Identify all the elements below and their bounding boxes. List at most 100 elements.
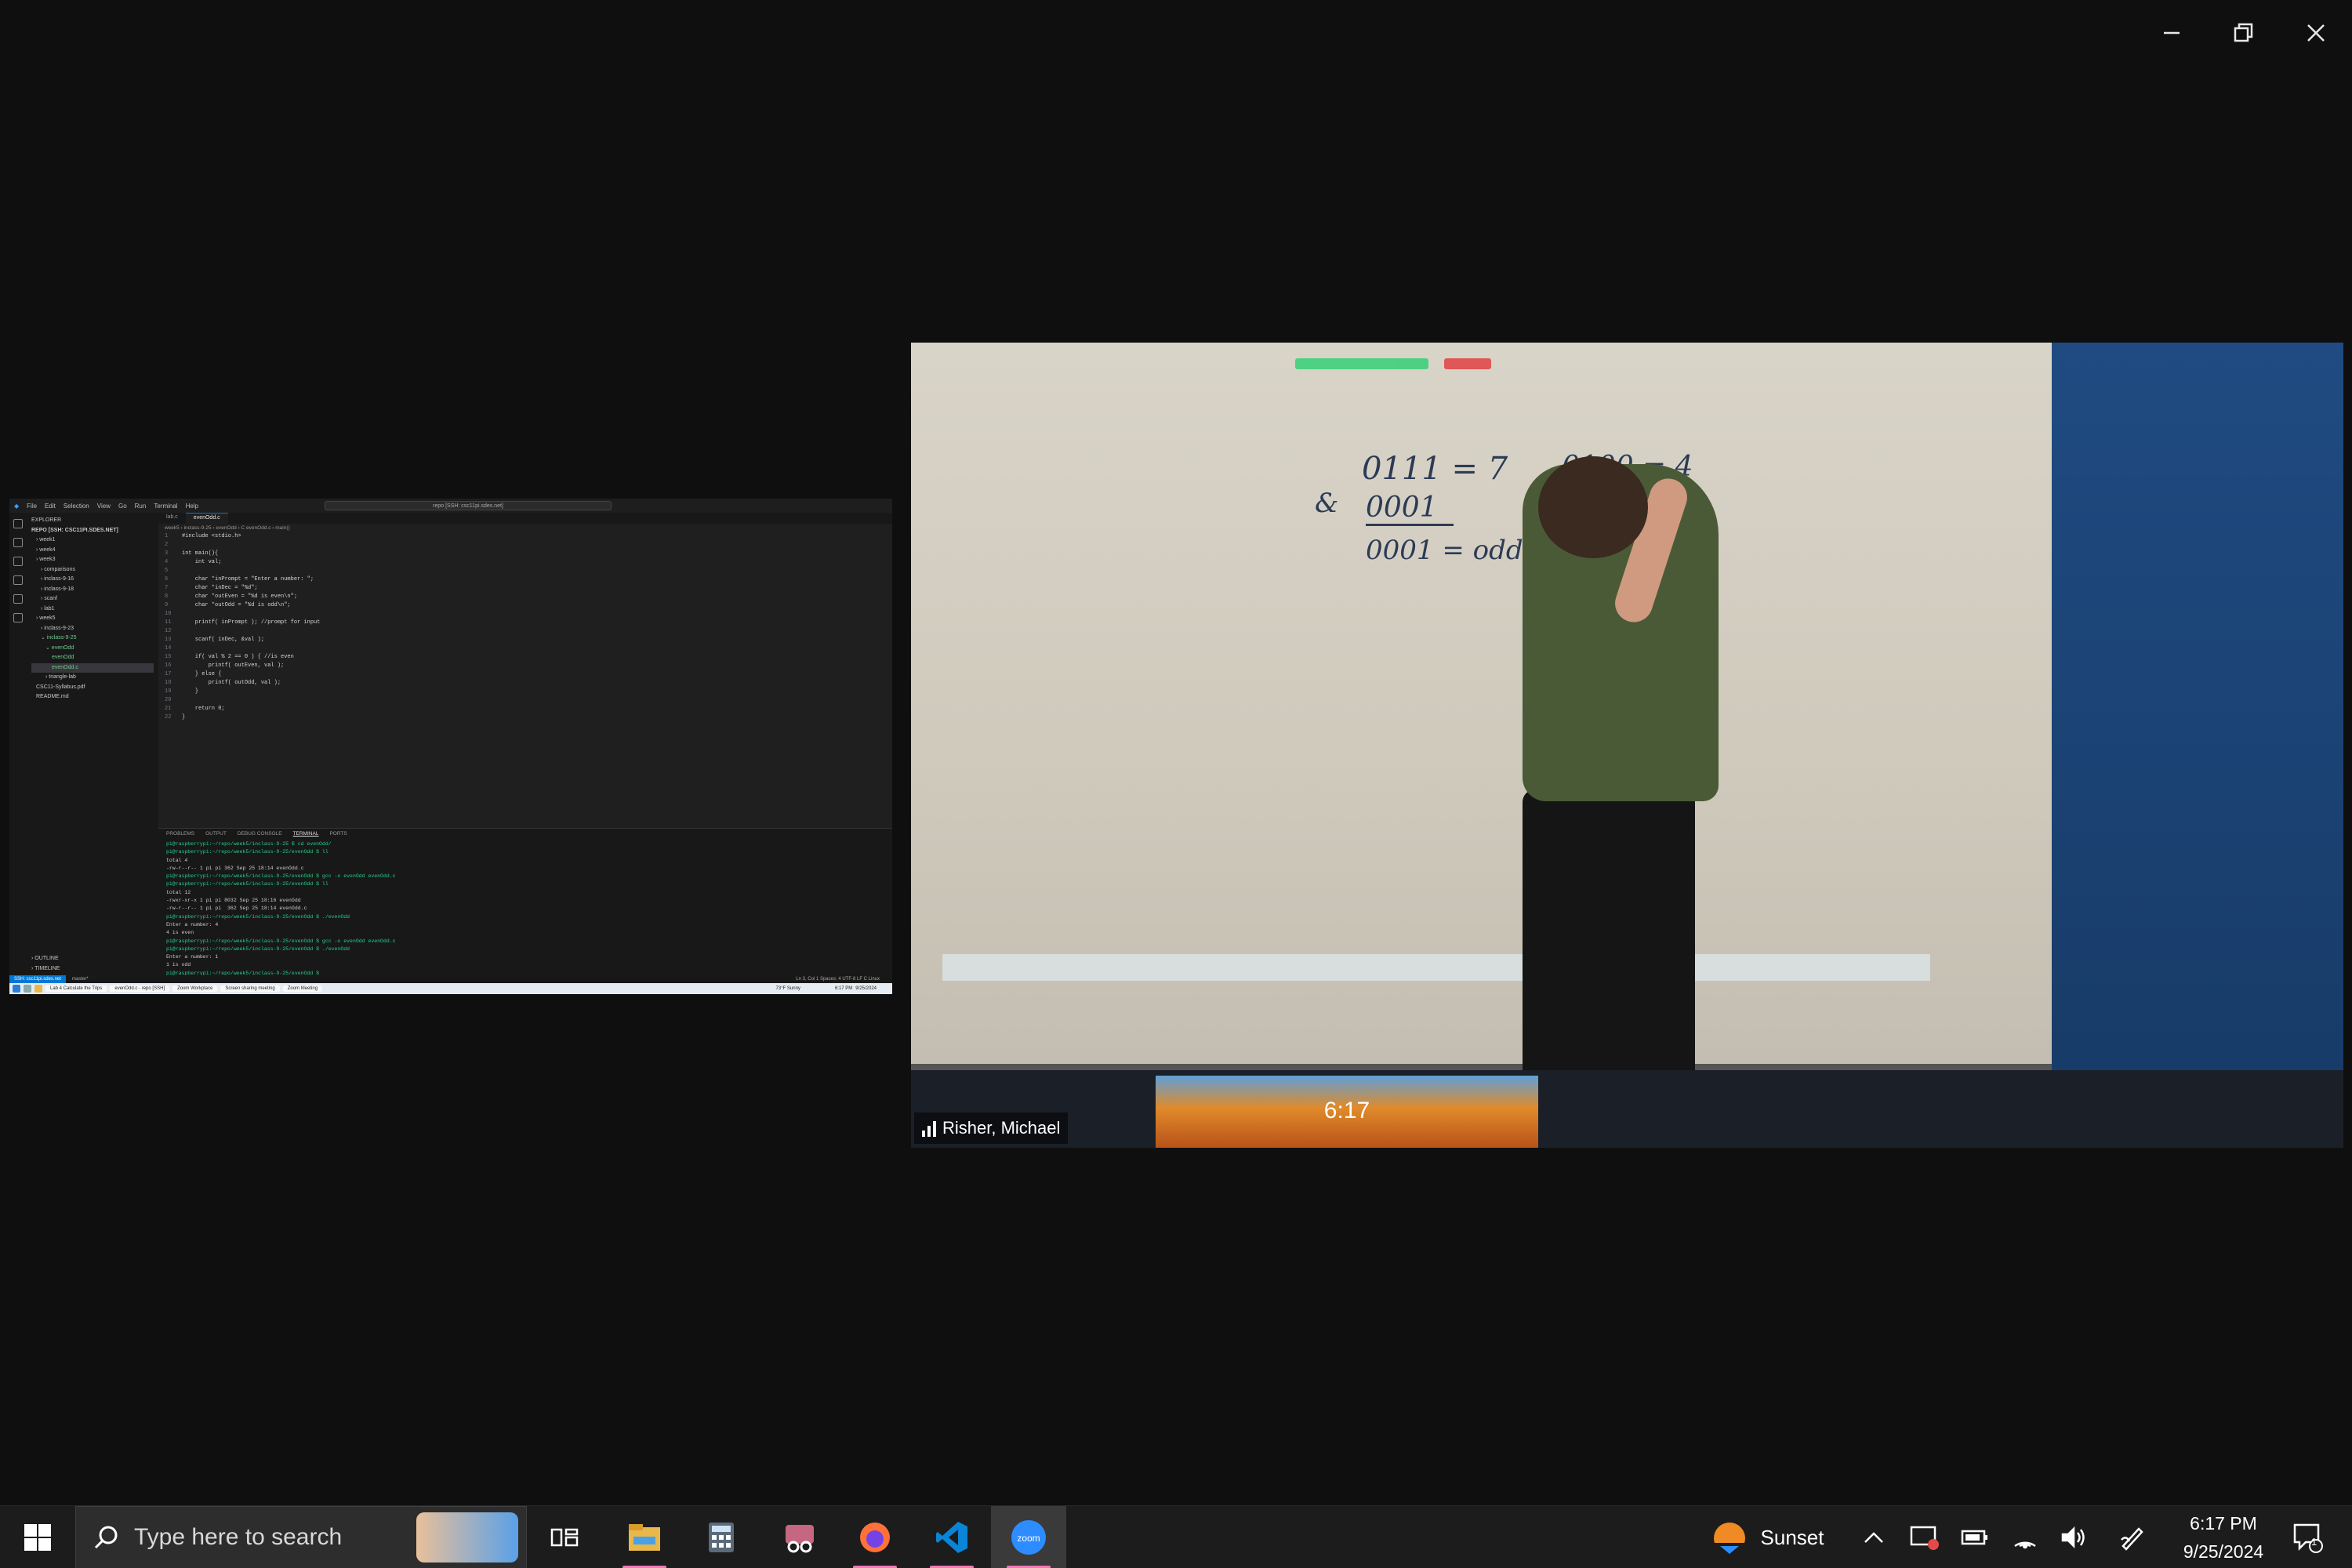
terminal-panel[interactable]: PROBLEMS OUTPUT DEBUG CONSOLE TERMINAL P… (158, 828, 892, 976)
zoom-button[interactable]: zoom (991, 1506, 1066, 1568)
explorer-item[interactable]: › lab1 (31, 604, 154, 615)
line-number: 13 (165, 637, 172, 643)
menu-help[interactable]: Help (186, 503, 198, 510)
run-debug-icon[interactable] (13, 575, 23, 585)
vscode-icon (936, 1522, 967, 1553)
show-hidden-icons-button[interactable] (1855, 1506, 1893, 1568)
tab-debug-console[interactable]: DEBUG CONSOLE (238, 831, 282, 837)
weather-widget[interactable]: Sunset (1700, 1506, 1833, 1568)
windows-logo-icon (24, 1524, 51, 1551)
code-text: char *inDec = "%d"; (182, 585, 258, 591)
explorer-item[interactable]: › week5 (31, 614, 154, 624)
tab-terminal[interactable]: TERMINAL (293, 831, 319, 837)
battery-button[interactable] (1955, 1506, 1994, 1568)
code-text: if( val % 2 == 0 ) { //is even (182, 654, 294, 660)
code-line: 4 int val; (165, 558, 892, 567)
menu-file[interactable]: File (27, 503, 37, 510)
extensions-icon[interactable] (13, 594, 23, 604)
taskbar-date: 9/25/2024 (2183, 1541, 2264, 1562)
source-control-icon[interactable] (13, 557, 23, 566)
tab-lab[interactable]: lab.c (158, 513, 186, 524)
pen-menu-button[interactable] (2112, 1506, 2151, 1568)
notifications-button[interactable]: 1 (2280, 1506, 2335, 1568)
code-text: scanf( inDec, &val ); (182, 637, 265, 643)
explorer-item-active[interactable]: evenOdd.c (31, 662, 154, 673)
code-line: 11 printf( inPrompt ); //prompt for inpu… (165, 619, 892, 627)
branch-indicator[interactable]: master* (66, 977, 89, 982)
connection-signal-icon (922, 1120, 936, 1137)
tab-ports[interactable]: PORTS (329, 831, 347, 837)
participant-video-tile[interactable]: 0111 = 7 & 0001 0001 = odd 0100 = 4 6:17… (911, 343, 2343, 1148)
menu-go[interactable]: Go (118, 503, 127, 510)
network-button[interactable] (2005, 1506, 2045, 1568)
explorer-item[interactable]: › inclass-9-23 (31, 624, 154, 634)
menu-terminal[interactable]: Terminal (154, 503, 177, 510)
line-number: 18 (165, 680, 172, 686)
taskbar-search-input[interactable]: Type here to search (75, 1506, 527, 1568)
explorer-item[interactable]: CSC11-Syllabus.pdf (31, 683, 154, 693)
windows-taskbar: Type here to search zoom Sunset 6:17 PM … (0, 1505, 2352, 1568)
code-line: 14 (165, 644, 892, 653)
code-text: char *inPrompt = "Enter a number: "; (182, 576, 314, 583)
line-number: 15 (165, 654, 172, 660)
editor-tabs: lab.c evenOdd.c (158, 513, 892, 524)
screen-share-stop-icon (1910, 1526, 1939, 1550)
start-button[interactable] (0, 1506, 75, 1568)
snipping-tool-button[interactable] (762, 1506, 837, 1568)
firefox-button[interactable] (837, 1506, 913, 1568)
explorer-item[interactable]: ⌄ evenOdd (31, 644, 154, 654)
volume-button[interactable] (2054, 1506, 2093, 1568)
line-number: 10 (165, 611, 172, 617)
explorer-item[interactable]: › scanf (31, 594, 154, 604)
line-number: 7 (165, 585, 169, 591)
status-right[interactable]: Ln 3, Col 1 Spaces: 4 UTF-8 LF C Linux (796, 977, 892, 982)
code-editor[interactable]: lab.c evenOdd.c week5 › inclass-9-25 › e… (158, 513, 892, 808)
explorer-item[interactable]: ⌄ inclass-9-25 (31, 633, 154, 644)
tab-evenodd[interactable]: evenOdd.c (185, 513, 228, 524)
breadcrumb[interactable]: week5 › inclass-9-25 › evenOdd › C evenO… (158, 524, 892, 532)
explorer-item[interactable]: › inclass-9-18 (31, 585, 154, 595)
minimize-button[interactable] (2136, 0, 2208, 66)
code-line: 2 (165, 541, 892, 550)
close-button[interactable] (2280, 0, 2352, 66)
explorer-item[interactable]: › inclass-9-16 (31, 575, 154, 585)
file-explorer-button[interactable] (607, 1506, 682, 1568)
task-view-button[interactable] (527, 1506, 602, 1568)
explorer-item[interactable]: › comparisons (31, 565, 154, 575)
explorer-item[interactable]: › week4 (31, 546, 154, 556)
file-explorer-icon (629, 1524, 660, 1551)
explorer-icon[interactable] (13, 519, 23, 528)
explorer-item[interactable]: README.md (31, 692, 154, 702)
whiteboard-writing-1: 0111 = 7 (1362, 451, 1508, 487)
calculator-button[interactable] (684, 1506, 759, 1568)
code-text: #include <stdio.h> (182, 533, 241, 539)
line-number: 1 (165, 533, 169, 539)
timeline-section[interactable]: › TIMELINE (31, 964, 60, 975)
outline-section[interactable]: › OUTLINE (31, 954, 60, 964)
search-icon[interactable] (13, 538, 23, 547)
tab-output[interactable]: OUTPUT (205, 831, 227, 837)
menu-edit[interactable]: Edit (45, 503, 56, 510)
remote-explorer-icon[interactable] (13, 613, 23, 622)
terminal-line: pi@raspberrypi:~/repo/week5/inclass-9-25… (166, 873, 396, 880)
explorer-item[interactable]: › week3 (31, 555, 154, 565)
vscode-button[interactable] (914, 1506, 989, 1568)
shared-screen-tile[interactable]: ◆ File Edit Selection View Go Run Termin… (9, 499, 892, 994)
search-icon (24, 985, 31, 993)
menu-selection[interactable]: Selection (64, 503, 89, 510)
clock-button[interactable]: 6:17 PM 9/25/2024 (2167, 1506, 2280, 1568)
menu-run[interactable]: Run (135, 503, 147, 510)
line-number: 17 (165, 671, 172, 677)
explorer-item[interactable]: › triangle-lab (31, 673, 154, 683)
menu-view[interactable]: View (97, 503, 111, 510)
explorer-item[interactable]: evenOdd (31, 653, 154, 663)
code-text: printf( outOdd, val ); (182, 680, 281, 686)
tab-problems[interactable]: PROBLEMS (166, 831, 194, 837)
explorer-root[interactable]: REPO [SSH: CSC11PI.SDES.NET] (31, 526, 154, 536)
terminal-line: total 4 (166, 857, 188, 863)
restore-button[interactable] (2208, 0, 2280, 66)
meeting-share-tray-button[interactable] (1905, 1506, 1946, 1568)
command-center-search[interactable]: repo [SSH: csc11pi.sdes.net] (325, 501, 612, 510)
remote-indicator[interactable]: SSH: csc11pi.sdes.net (9, 975, 66, 983)
explorer-item[interactable]: › week1 (31, 535, 154, 546)
